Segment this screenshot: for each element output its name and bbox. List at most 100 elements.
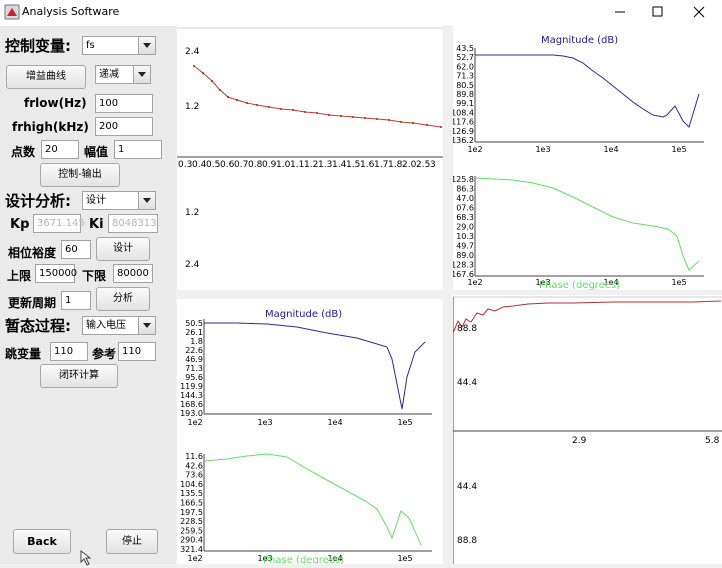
design-analysis-label: 设计分析: (5, 192, 71, 210)
bode-plot-left: Magnitude (dB) 50.5 26.1 1.8 22.6 46.9 71.3 95… (177, 299, 443, 566)
points-input[interactable]: 20 (41, 140, 79, 159)
phase-y-tick: 135.5 (180, 489, 203, 498)
phase-y-tick: 86.3 (456, 185, 474, 194)
transient-value: 输入电压 (86, 320, 126, 331)
kp-input[interactable]: 3671.145 (33, 214, 85, 233)
phase-y-tick: 10.3 (456, 232, 474, 241)
upper-limit-label: 上限 (7, 269, 32, 283)
phase-margin-input[interactable]: 60 (61, 240, 91, 259)
minimize-button[interactable] (602, 0, 638, 26)
magnitude-y-tick: 62.0 (456, 62, 474, 71)
phase-title: Phase (degrees) (539, 280, 620, 290)
upper-limit-input[interactable]: 150000 (35, 264, 77, 283)
phase-y-tick: 11.6 (185, 452, 203, 461)
chevron-down-icon[interactable] (133, 66, 150, 83)
bode-left-magnitude-y-ticks: 50.526.11.822.646.971.395.6119.9144.3168… (180, 319, 203, 418)
magnitude-y-tick: 117.6 (453, 118, 474, 127)
frhigh-label: frhigh(kHz) (12, 120, 89, 134)
gain-curve-plot: 2.4 1.2 0.3 0.4 0.5 0.6 0.7 0.8 0.9 1.0 1.1 1.2 1.… (177, 26, 443, 290)
close-button[interactable] (682, 0, 718, 26)
transient-y-tick-bottom: 44.4 (457, 482, 477, 492)
close-icon (693, 6, 705, 18)
gain-curve-y-tick: 1.2 (185, 102, 199, 112)
control-variable-select[interactable]: fs (82, 36, 156, 55)
phase-x-tick: 1e2 (187, 554, 202, 563)
transient-x-tick: 5.8 (705, 436, 720, 446)
magnitude-y-tick: 193.0 (180, 409, 203, 418)
stop-button[interactable]: 停止 (106, 529, 158, 554)
chevron-down-icon[interactable] (138, 192, 155, 209)
bode-chart-left: Magnitude (dB) 50.526.11.822.646.971.395… (180, 309, 432, 566)
back-button[interactable]: Back (13, 529, 71, 554)
reference-input[interactable]: 110 (118, 342, 156, 361)
reference-label: 参考 (92, 347, 117, 361)
transient-label: 暂态过程: (5, 317, 71, 335)
magnitude-y-tick: 80.5 (456, 81, 474, 90)
gain-curve-x-tick: 1.3 (318, 160, 332, 170)
gain-curve-x-tick: 1.0 (276, 160, 291, 170)
phase-x-tick: 1e5 (671, 278, 686, 287)
magnitude-x-tick: 1e4 (603, 145, 618, 154)
magnitude-title: Magnitude (dB) (541, 35, 618, 46)
phase-y-tick: 125.8 (453, 175, 474, 184)
design-value: 设计 (86, 195, 106, 206)
ki-label: Ki (89, 217, 104, 232)
gain-curve-x-tick: 0.8 (248, 160, 263, 170)
gain-curve-chart: 2.4 1.2 0.3 0.4 0.5 0.6 0.7 0.8 0.9 1.0 1.1 1.2 1.… (177, 27, 443, 270)
phase-y-tick: 07.6 (456, 204, 474, 213)
magnitude-x-tick: 1e4 (327, 418, 342, 427)
magnitude-x-tick: 1e3 (257, 418, 272, 427)
phase-y-tick: 228.5 (180, 517, 203, 526)
amplitude-label: 幅值 (84, 145, 109, 159)
bode-right-phase-y-ticks: 125.886.347.007.668.329.010.349.789.0128… (451, 175, 474, 279)
jump-label: 跳变量 (5, 347, 42, 361)
gain-curve-y-tick-bottom: 2.4 (185, 260, 200, 270)
phase-title: Phase (degrees) (263, 555, 344, 564)
analysis-button[interactable]: 分析 (96, 287, 150, 311)
control-output-button[interactable]: 控制-输出 (40, 163, 120, 187)
design-select[interactable]: 设计 (82, 191, 156, 210)
magnitude-y-tick: 144.3 (180, 391, 203, 400)
transient-select[interactable]: 输入电压 (82, 316, 156, 335)
window-title: Analysis Software (22, 5, 120, 18)
gain-curve-x-tick: 1.8 (388, 160, 403, 170)
bode-right-magnitude-x-ticks: 1e2 1e3 1e4 1e5 (467, 145, 686, 154)
magnitude-y-tick: 89.8 (456, 90, 474, 99)
title-bar: Analysis Software (0, 0, 722, 27)
phase-x-tick: 1e5 (397, 554, 412, 563)
maximize-button[interactable] (640, 0, 676, 26)
gain-curve-x-tick: 1.4 (332, 160, 347, 170)
frhigh-input[interactable]: 200 (95, 117, 153, 136)
phase-y-tick: 104.6 (180, 480, 203, 489)
jump-input[interactable]: 110 (50, 342, 88, 361)
gain-curve-markers (193, 65, 442, 128)
gain-curve-button[interactable]: 增益曲线 (6, 65, 86, 89)
gain-curve-y-ticks-top: 2.4 1.2 (185, 47, 200, 112)
update-period-input[interactable]: 1 (61, 291, 91, 310)
magnitude-y-tick: 22.6 (185, 346, 203, 355)
gain-curve-x-tick: 1.5 (346, 160, 360, 170)
magnitude-x-tick: 1e2 (467, 145, 482, 154)
bode-left-phase-y-ticks: 11.642.673.6104.6135.5166.5197.5228.5259… (180, 452, 203, 554)
direction-select[interactable]: 递减 (95, 65, 151, 84)
closed-loop-button[interactable]: 闭环计算 (40, 364, 118, 388)
gain-curve-x-tick: 0.5 (206, 160, 220, 170)
phase-y-tick: 49.7 (456, 242, 474, 251)
lower-limit-label: 下限 (82, 269, 107, 283)
magnitude-y-tick: 26.1 (185, 328, 203, 337)
ki-input[interactable]: 8048313. (108, 214, 160, 233)
magnitude-y-tick: 52.7 (456, 53, 474, 62)
frlow-input[interactable]: 100 (95, 94, 153, 113)
control-variable-value: fs (86, 40, 95, 51)
phase-x-tick: 1e2 (467, 278, 482, 287)
amplitude-input[interactable]: 1 (114, 140, 162, 159)
phase-y-tick: 89.0 (456, 251, 474, 260)
gain-curve-x-tick: 0.7 (234, 160, 248, 170)
chevron-down-icon[interactable] (138, 37, 155, 54)
design-button[interactable]: 设计 (96, 237, 150, 261)
chevron-down-icon[interactable] (138, 317, 155, 334)
gain-curve-x-tick: 1.1 (290, 160, 304, 170)
lower-limit-input[interactable]: 80000 (113, 264, 153, 283)
gain-curve-x-ticks: 0.3 0.4 0.5 0.6 0.7 0.8 0.9 1.0 1.1 1.2 1.3 1.4 1.5 1… (178, 160, 436, 170)
phase-y-tick: 166.5 (180, 499, 203, 508)
